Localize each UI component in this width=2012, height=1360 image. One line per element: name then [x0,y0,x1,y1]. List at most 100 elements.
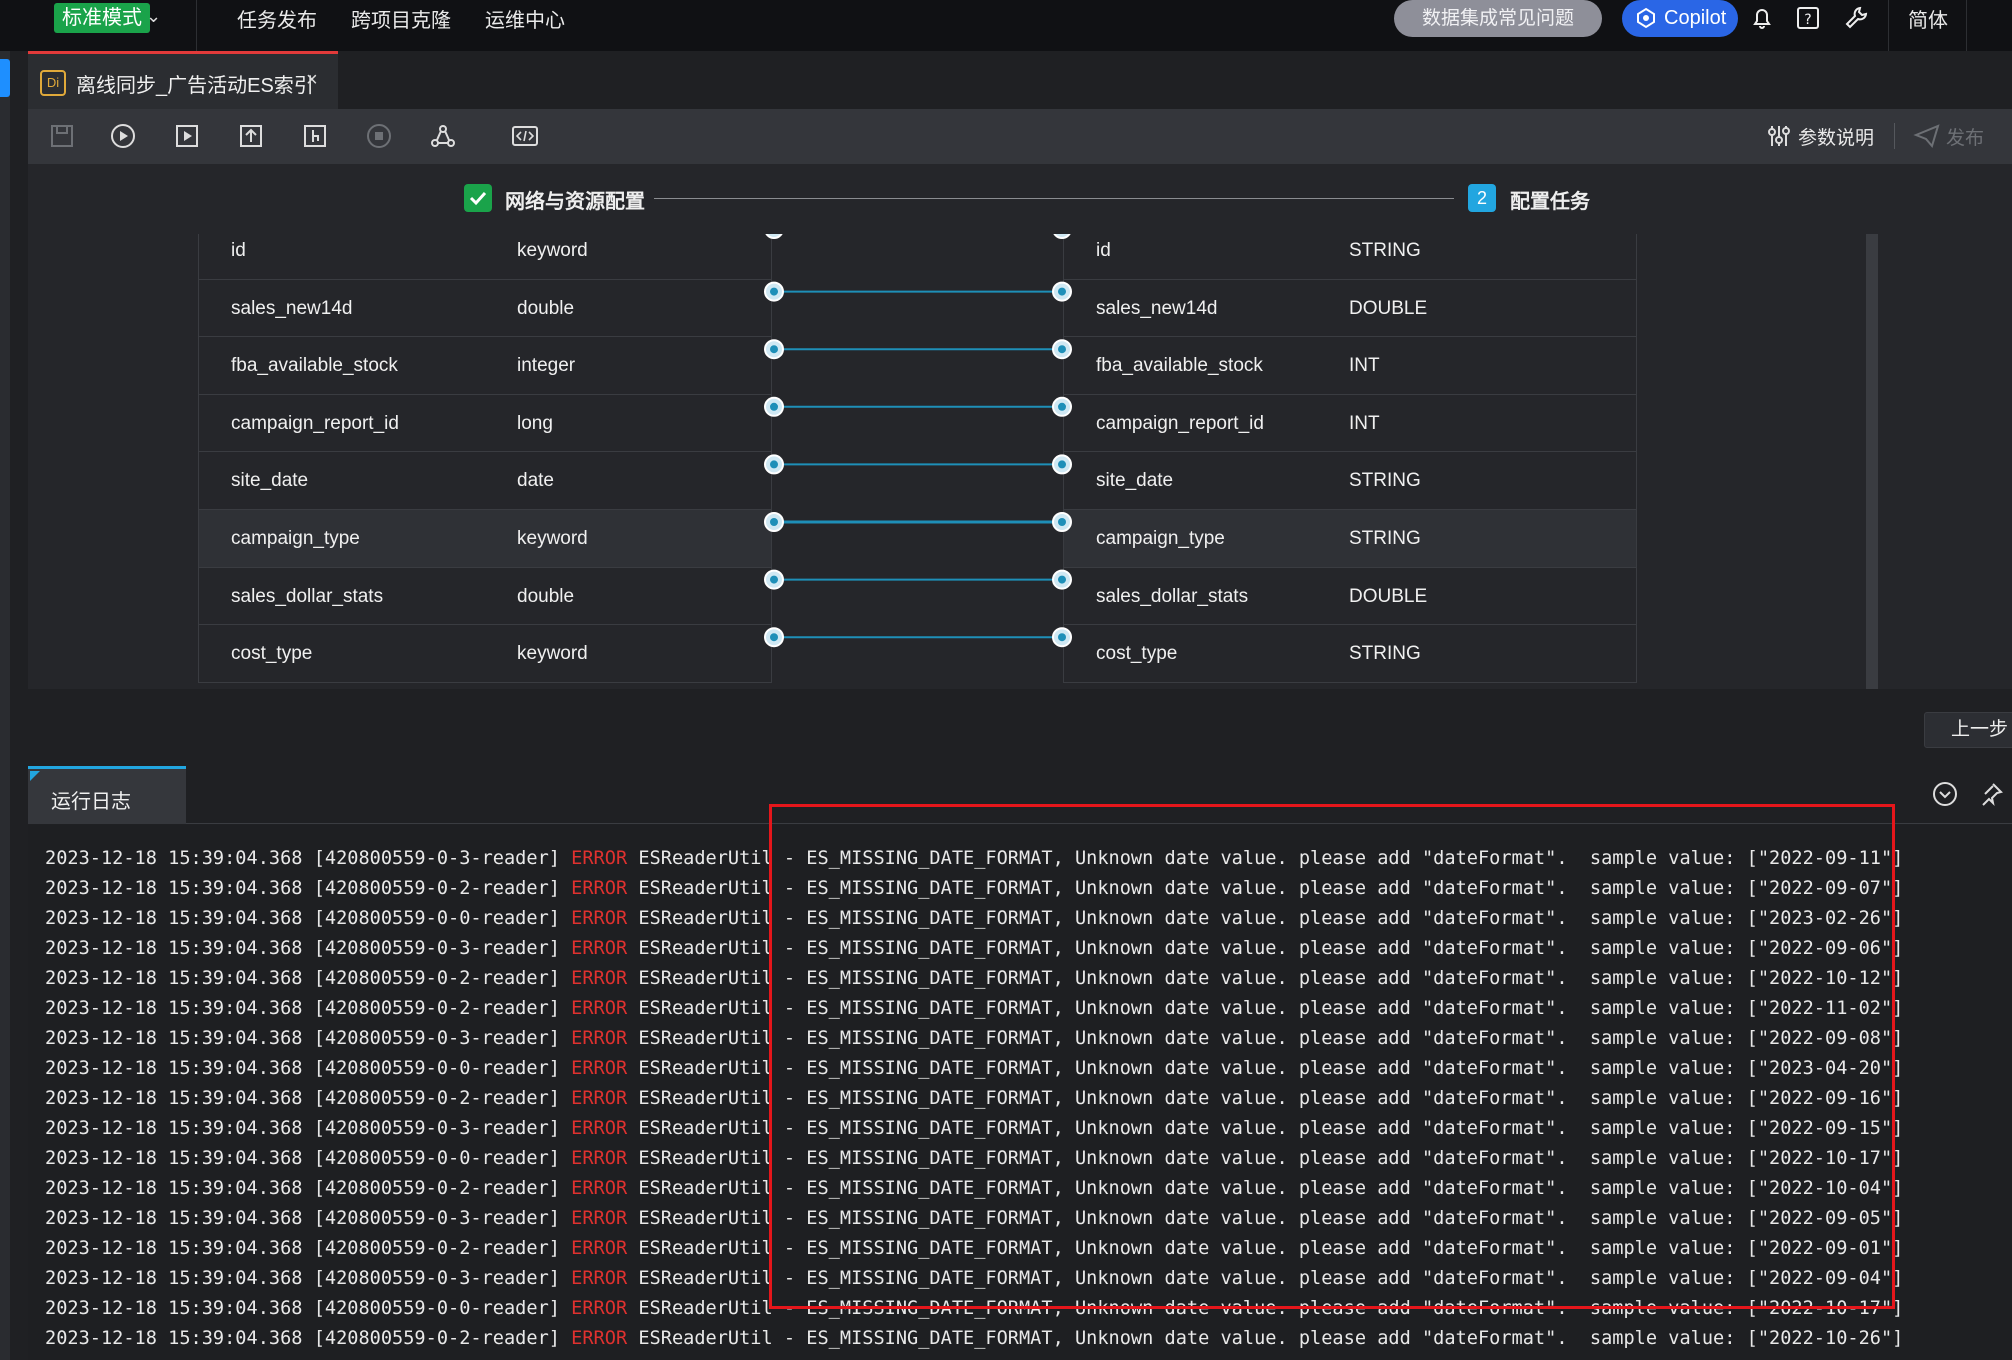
rail-active-indicator[interactable] [0,59,10,97]
log-line: 2023-12-18 15:39:04.368 [420800559-0-3-r… [45,848,1904,869]
log-timestamp: 2023-12-18 15:39:04.368 [45,968,303,989]
config-steps: 网络与资源配置 2 配置任务 [28,164,2012,234]
log-sample-value: ["2022-10-17"] [1746,1148,1904,1169]
pin-icon[interactable] [1977,780,2005,808]
log-logger: ESReaderUtil [638,1298,773,1319]
tab-offline-sync[interactable]: Di 离线同步_广告活动ES索引 × [28,51,338,109]
anchor-dot-core [1058,633,1066,642]
log-logger: ESReaderUtil [638,1238,773,1259]
log-logger: ESReaderUtil [638,938,773,959]
log-timestamp: 2023-12-18 15:39:04.368 [45,908,303,929]
log-sample-value: ["2023-02-26"] [1746,908,1904,929]
log-level: ERROR [571,878,628,899]
anchor-dot-core [770,575,778,584]
lineage-icon[interactable] [428,121,458,151]
anchor-dot-core [1058,345,1066,354]
stop-icon[interactable] [364,121,394,151]
language-switch[interactable]: 简体 [1908,4,1948,33]
log-thread: [420800559-0-2-reader] [313,998,560,1019]
step-configure-task[interactable]: 配置任务 [1510,185,1590,214]
log-level: ERROR [571,1238,628,1259]
log-level: ERROR [571,968,628,989]
chevron-down-icon[interactable]: ⌄ [146,6,161,27]
deploy-icon[interactable] [300,121,330,151]
log-logger: ESReaderUtil [638,1118,773,1139]
log-thread: [420800559-0-3-reader] [313,1208,560,1229]
log-thread: [420800559-0-0-reader] [313,1298,560,1319]
log-sample-value: ["2022-09-05"] [1746,1208,1904,1229]
nav-task-publish[interactable]: 任务发布 [237,4,317,33]
publish-icon[interactable] [1912,121,1942,151]
log-thread: [420800559-0-2-reader] [313,1178,560,1199]
log-thread: [420800559-0-2-reader] [313,1328,560,1349]
copilot-label: Copilot [1664,7,1727,29]
log-logger: ESReaderUtil [638,1088,773,1109]
log-panel-header: 运行日志 [28,766,2012,824]
log-line: 2023-12-18 15:39:04.368 [420800559-0-3-r… [45,938,1904,959]
log-sample-value: ["2022-09-07"] [1746,878,1904,899]
log-thread: [420800559-0-2-reader] [313,968,560,989]
nav-cross-project-clone[interactable]: 跨项目克隆 [351,4,451,33]
help-icon[interactable]: ? [1794,4,1822,32]
anchor-dot-core [1058,460,1066,469]
anchor-dot-core [1058,575,1066,584]
log-logger: ESReaderUtil [638,848,773,869]
anchor-dot-core [1058,402,1066,411]
bell-icon[interactable] [1748,4,1776,32]
log-sample-value: ["2022-10-17"] [1746,1298,1904,1319]
nav-ops-center[interactable]: 运维中心 [485,4,565,33]
log-level: ERROR [571,1058,628,1079]
submit-icon[interactable] [236,121,266,151]
log-timestamp: 2023-12-18 15:39:04.368 [45,1028,303,1049]
run-log-output[interactable]: 2023-12-18 15:39:04.368 [420800559-0-3-r… [28,825,2012,1360]
source-anchor-dot[interactable] [765,234,783,239]
script-mode-icon[interactable] [510,121,540,151]
log-level: ERROR [571,1268,628,1289]
log-line: 2023-12-18 15:39:04.368 [420800559-0-2-r… [45,1328,1904,1349]
log-sample-value: ["2022-11-02"] [1746,998,1904,1019]
publish-button[interactable]: 发布 [1946,123,1984,150]
log-logger: ESReaderUtil [638,1148,773,1169]
previous-step-button[interactable]: 上一步 [1924,712,2012,748]
mapping-links[interactable] [28,234,2012,689]
run-icon[interactable] [108,121,138,151]
wrench-icon[interactable] [1842,4,1870,32]
params-icon[interactable] [1764,121,1794,151]
step-network-resource[interactable]: 网络与资源配置 [505,185,645,214]
top-navbar: 标准模式 ⌄ 任务发布 跨项目克隆 运维中心 数据集成常见问题 Copilot … [0,0,2012,51]
tab-run-log[interactable]: 运行日志 [28,766,186,824]
target-anchor-dot[interactable] [1053,234,1071,239]
params-button[interactable]: 参数说明 [1798,123,1874,150]
anchor-dot-core [770,460,778,469]
copilot-button[interactable]: Copilot [1622,0,1738,37]
save-icon[interactable] [47,121,77,151]
log-timestamp: 2023-12-18 15:39:04.368 [45,1298,303,1319]
log-message: ES_MISSING_DATE_FORMAT, Unknown date val… [806,998,1736,1019]
log-lines: 2023-12-18 15:39:04.368 [420800559-0-3-r… [45,844,1903,1354]
log-timestamp: 2023-12-18 15:39:04.368 [45,878,303,899]
mode-switch[interactable]: 标准模式 [54,3,150,33]
mapping-scrollbar[interactable] [1866,234,1878,689]
log-level: ERROR [571,1148,628,1169]
close-icon[interactable]: × [306,69,318,92]
tab-corner-marker [30,771,40,781]
log-thread: [420800559-0-2-reader] [313,878,560,899]
log-message: ES_MISSING_DATE_FORMAT, Unknown date val… [806,1088,1736,1109]
log-timestamp: 2023-12-18 15:39:04.368 [45,1088,303,1109]
log-level: ERROR [571,908,628,929]
editor-tab-bar: Di 离线同步_广告活动ES索引 × [28,51,2012,109]
divider [1888,0,1889,51]
log-message: ES_MISSING_DATE_FORMAT, Unknown date val… [806,878,1736,899]
log-thread: [420800559-0-2-reader] [313,1238,560,1259]
log-timestamp: 2023-12-18 15:39:04.368 [45,1118,303,1139]
faq-button[interactable]: 数据集成常见问题 [1394,0,1602,37]
collapse-icon[interactable] [1931,780,1959,808]
log-sample-value: ["2022-09-06"] [1746,938,1904,959]
log-message: ES_MISSING_DATE_FORMAT, Unknown date val… [806,1208,1736,1229]
log-logger: ESReaderUtil [638,1328,773,1349]
log-message: ES_MISSING_DATE_FORMAT, Unknown date val… [806,1178,1736,1199]
log-sample-value: ["2022-10-04"] [1746,1178,1904,1199]
run-with-params-icon[interactable] [172,121,202,151]
anchor-dot-core [770,402,778,411]
divider [1966,0,1967,51]
